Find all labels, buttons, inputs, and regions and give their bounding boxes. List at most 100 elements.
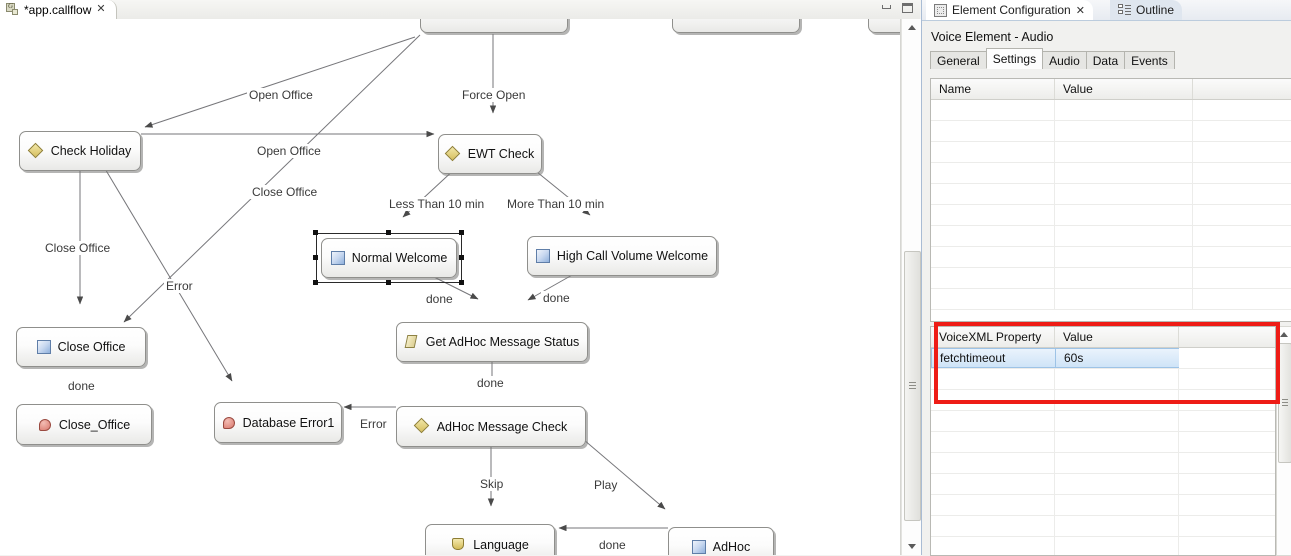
sub-tab-general[interactable]: General <box>930 51 987 69</box>
editor-tab-bar: *app.callflow ✕ <box>0 0 920 20</box>
table-row[interactable] <box>931 184 1291 205</box>
column-header-value[interactable]: Value <box>1055 327 1179 347</box>
table-row[interactable] <box>931 142 1291 163</box>
node-partial-top-3[interactable] <box>868 19 900 33</box>
column-header-value[interactable]: Value <box>1055 79 1193 99</box>
resize-handle-nw[interactable] <box>313 230 318 235</box>
resize-handle-se[interactable] <box>459 280 464 285</box>
sub-tab-data[interactable]: Data <box>1085 51 1126 69</box>
maximize-icon[interactable] <box>901 2 914 14</box>
cell-extra <box>1179 348 1275 368</box>
node-label: Close Office <box>57 340 126 354</box>
table-row[interactable] <box>931 100 1291 121</box>
callflow-canvas[interactable]: Check Holiday EWT Check Normal Welcome H… <box>0 19 900 555</box>
connection-wires <box>76 34 668 532</box>
table-row[interactable] <box>931 205 1291 226</box>
node-language[interactable]: Language <box>425 524 555 555</box>
cell-value: 60s <box>1055 348 1179 368</box>
node-ewt-check[interactable]: EWT Check <box>438 134 542 174</box>
column-header-extra[interactable] <box>1193 79 1291 99</box>
tab-element-configuration[interactable]: Element Configuration ✕ <box>926 0 1093 22</box>
close-icon[interactable]: ✕ <box>96 4 105 15</box>
editor-tab-app-callflow[interactable]: *app.callflow ✕ <box>0 0 117 19</box>
edge-label: done <box>597 538 628 552</box>
sub-tab-audio[interactable]: Audio <box>1042 51 1087 69</box>
node-label: Check Holiday <box>50 144 132 158</box>
scrollbar-thumb[interactable] <box>1278 343 1291 463</box>
node-database-error1[interactable]: Database Error1 <box>214 402 342 443</box>
minimize-icon[interactable] <box>881 2 894 14</box>
voicexml-table-header: VoiceXML Property Value <box>931 327 1275 348</box>
scroll-up-icon[interactable] <box>1277 327 1291 341</box>
node-label: Database Error1 <box>242 415 335 430</box>
node-close-office-exit[interactable]: Close_Office <box>16 404 152 445</box>
table-row[interactable] <box>931 369 1275 390</box>
editor-window-buttons <box>881 2 914 14</box>
node-adhoc[interactable]: AdHoc <box>668 527 774 555</box>
data-note-icon <box>404 335 419 349</box>
resize-handle-n[interactable] <box>386 230 391 235</box>
scroll-down-icon[interactable] <box>902 538 921 555</box>
node-normal-welcome[interactable]: Normal Welcome <box>321 238 457 278</box>
node-label: Close_Office <box>58 417 131 432</box>
table-row[interactable] <box>931 537 1275 555</box>
table-row[interactable] <box>931 268 1291 289</box>
audio-blue-icon <box>535 249 550 263</box>
settings-table-rows <box>931 100 1291 310</box>
resize-handle-ne[interactable] <box>459 230 464 235</box>
table-row[interactable] <box>931 390 1275 411</box>
settings-table-header: Name Value <box>931 79 1291 100</box>
node-adhoc-message-check[interactable]: AdHoc Message Check <box>396 406 586 447</box>
tab-outline[interactable]: Outline <box>1110 0 1183 20</box>
table-row[interactable] <box>931 495 1275 516</box>
editor-tab-label: *app.callflow <box>24 2 92 17</box>
resize-handle-w[interactable] <box>313 255 318 260</box>
node-label: EWT Check <box>467 147 535 161</box>
table-row[interactable] <box>931 516 1275 537</box>
table-row[interactable] <box>931 163 1291 184</box>
table-row[interactable]: fetchtimeout 60s <box>931 348 1275 369</box>
table-row[interactable] <box>931 453 1275 474</box>
resize-handle-e[interactable] <box>459 255 464 260</box>
table-row[interactable] <box>931 121 1291 142</box>
eclipse-callflow-editor-window: *app.callflow ✕ <box>0 0 1291 556</box>
table-row[interactable] <box>931 432 1275 453</box>
node-high-call-volume-welcome[interactable]: High Call Volume Welcome <box>527 236 717 276</box>
node-check-holiday[interactable]: Check Holiday <box>19 131 141 171</box>
column-header-extra[interactable] <box>1179 327 1275 347</box>
exit-red-icon <box>38 418 52 432</box>
column-header-voicexml-property[interactable]: VoiceXML Property <box>931 327 1055 347</box>
edge-label: Close Office <box>43 241 113 255</box>
column-header-name[interactable]: Name <box>931 79 1055 99</box>
resize-handle-sw[interactable] <box>313 280 318 285</box>
table-row[interactable] <box>931 474 1275 495</box>
view-tab-bar: Element Configuration ✕ Outline <box>922 0 1291 22</box>
table-row[interactable] <box>931 226 1291 247</box>
table-row[interactable] <box>931 289 1291 310</box>
edge-label: Close Office <box>250 185 320 199</box>
settings-table[interactable]: Name Value <box>930 78 1291 322</box>
scrollbar-thumb[interactable] <box>904 251 921 521</box>
resize-handle-s[interactable] <box>386 280 391 285</box>
node-label: High Call Volume Welcome <box>556 249 709 263</box>
decision-diamond-icon <box>27 142 44 159</box>
sub-tab-settings[interactable]: Settings <box>985 48 1044 69</box>
shield-gold-icon <box>451 537 466 552</box>
audio-blue-icon <box>691 540 706 554</box>
audio-blue-icon <box>36 340 51 354</box>
node-get-adhoc-message-status[interactable]: Get AdHoc Message Status <box>396 322 588 362</box>
node-partial-top-2[interactable] <box>672 19 800 33</box>
canvas-vertical-scrollbar[interactable] <box>901 19 921 555</box>
table-row[interactable] <box>931 247 1291 268</box>
node-label: Language <box>473 537 529 552</box>
node-partial-top-1[interactable] <box>420 19 568 33</box>
scroll-up-icon[interactable] <box>902 19 921 36</box>
node-close-office[interactable]: Close Office <box>16 327 146 367</box>
voice-element-heading: Voice Element - Audio <box>931 30 1054 44</box>
edge-label: Play <box>592 478 620 492</box>
voicexml-table-scrollbar[interactable] <box>1276 326 1291 556</box>
close-icon[interactable]: ✕ <box>1076 4 1085 17</box>
table-row[interactable] <box>931 411 1275 432</box>
voicexml-property-table[interactable]: VoiceXML Property Value fetchtimeout 60s <box>930 326 1276 556</box>
sub-tab-events[interactable]: Events <box>1124 51 1175 69</box>
